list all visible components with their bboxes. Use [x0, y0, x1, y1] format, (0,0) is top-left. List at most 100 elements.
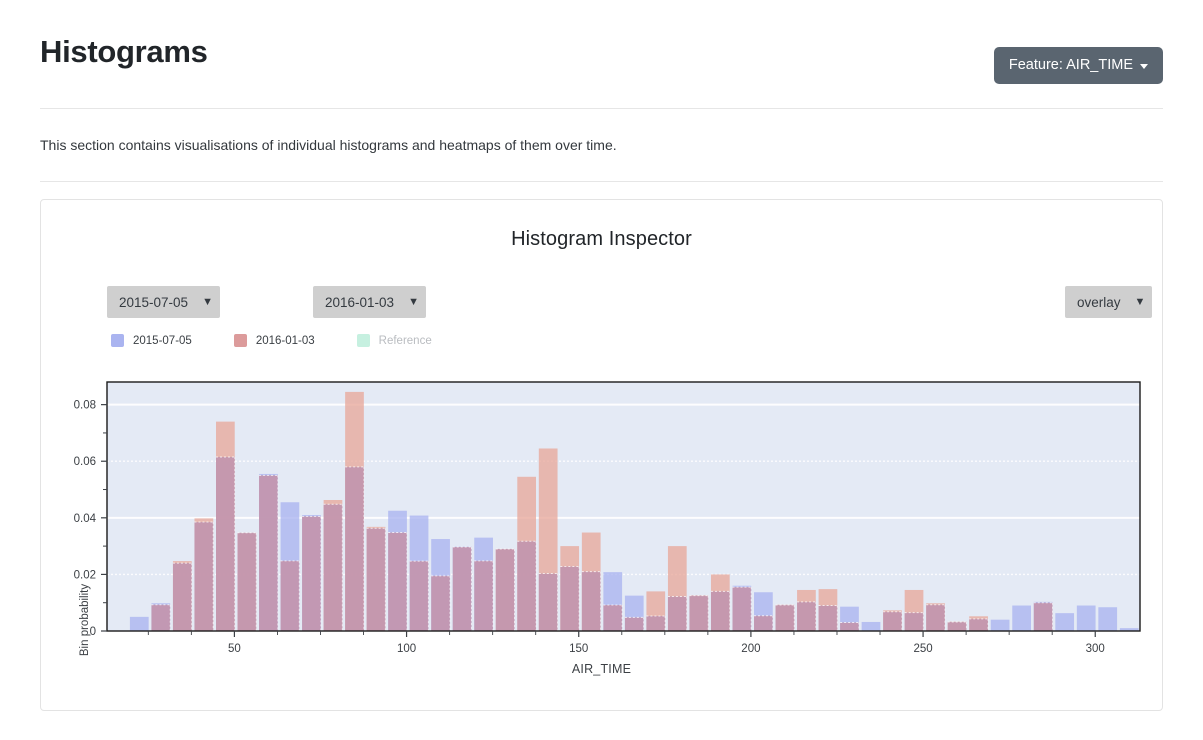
- histogram-bar-overlap: [474, 561, 493, 632]
- plot-frame: [106, 381, 1141, 632]
- histogram-bar-overlap: [797, 602, 816, 632]
- legend-label: 2016-01-03: [255, 334, 315, 347]
- histogram-bar: [754, 592, 773, 632]
- histogram-bar: [323, 500, 343, 632]
- controls-row: 2015-07-05 ▼ 2016-01-03 ▼ overlay ▼: [41, 286, 1162, 320]
- histogram-bar: [1119, 628, 1139, 632]
- histogram-bar: [1098, 607, 1118, 632]
- histogram-bar: [474, 537, 493, 632]
- feature-selector-label: Feature: AIR_TIME: [1008, 57, 1133, 73]
- chart-legend: 2015-07-05 2016-01-03 Reference: [111, 334, 474, 348]
- x-tick-label: 200: [741, 643, 760, 655]
- histogram-bar: [431, 539, 450, 632]
- histogram-bar-overlap: [366, 528, 386, 632]
- histogram-bar-overlap: [280, 561, 300, 632]
- section-description: This section contains visualisations of …: [40, 137, 617, 153]
- histogram-bar: [216, 421, 235, 632]
- x-tick-label: 50: [228, 643, 241, 655]
- section-divider: [40, 181, 1163, 183]
- histogram-bar-overlap: [409, 561, 429, 632]
- histogram-bar: [818, 589, 838, 632]
- histogram-bar: [538, 448, 558, 632]
- histogram-bar: [840, 606, 859, 632]
- histogram-bar-overlap: [495, 549, 515, 632]
- header-divider: [40, 108, 1163, 109]
- x-tick-label: 150: [569, 643, 588, 655]
- y-tick-label: 0.08: [74, 400, 96, 412]
- histogram-bar: [409, 515, 429, 632]
- histogram-bar-overlap: [560, 566, 580, 632]
- histogram-bar-overlap: [969, 619, 988, 632]
- legend-label: 2015-07-05: [133, 334, 192, 347]
- y-tick-label: 0: [90, 626, 96, 638]
- page-header: Histograms Feature: AIR_TIME: [40, 0, 1163, 84]
- histogram-bar-overlap: [172, 563, 192, 632]
- histogram-bar-overlap: [904, 612, 924, 632]
- histogram-bar: [495, 549, 515, 632]
- histogram-inspector-card: Histogram Inspector 2015-07-05 ▼ 2016-01…: [40, 199, 1163, 712]
- legend-item[interactable]: 2016-01-03: [233, 334, 315, 348]
- histogram-bar-overlap: [840, 622, 859, 632]
- triangle-down-icon: ▼: [408, 295, 419, 308]
- legend-label: Reference: [378, 334, 432, 347]
- histogram-bar: [1076, 605, 1096, 632]
- page-root: Histograms Feature: AIR_TIME This sectio…: [0, 0, 1203, 740]
- histogram-bar: [904, 590, 924, 632]
- legend-swatch: [233, 334, 247, 348]
- histogram-bar: [797, 590, 816, 632]
- histogram-bar: [1055, 613, 1075, 632]
- histogram-bar-overlap: [624, 617, 644, 632]
- histogram-bar-overlap: [1033, 602, 1053, 632]
- histogram-bar: [667, 546, 687, 632]
- histogram-bar-overlap: [194, 522, 214, 632]
- histogram-bar: [1012, 605, 1031, 632]
- histogram-bar-overlap: [302, 516, 321, 632]
- histogram-bar: [388, 511, 407, 632]
- histogram-bar: [947, 621, 967, 632]
- x-tick-label: 100: [397, 643, 416, 655]
- histogram-svg: 0 0.02 0.04 0.06 0.08 50 100 150 200 250 300: [74, 381, 1141, 655]
- histogram-bar-overlap: [517, 541, 537, 632]
- histogram-bar: [775, 604, 795, 632]
- histogram-bar: [1033, 602, 1053, 632]
- x-tick-label: 250: [913, 643, 932, 655]
- histogram-bar: [624, 595, 644, 632]
- histogram-bar-overlap: [775, 605, 795, 632]
- page-title: Histograms: [40, 34, 208, 69]
- histogram-bar-overlap: [323, 504, 343, 632]
- plot-area: Bin probability AIR_TIME 0 0.02 0.04 0.06 0.…: [41, 200, 1162, 710]
- histogram-bar-overlap: [754, 616, 773, 632]
- display-mode-select[interactable]: overlay ▼: [1065, 286, 1152, 319]
- histogram-bar: [710, 574, 730, 632]
- histogram-bar-overlap: [431, 576, 450, 632]
- date-select-a-value: 2015-07-05: [119, 294, 189, 310]
- y-tick-label: 0.04: [74, 513, 97, 525]
- legend-item[interactable]: Reference: [356, 334, 432, 348]
- date-select-a[interactable]: 2015-07-05 ▼: [107, 286, 220, 319]
- histogram-bar-overlap: [452, 547, 472, 632]
- histogram-bar-overlap: [538, 573, 558, 632]
- histogram-bar-overlap: [259, 475, 278, 632]
- histogram-bar: [990, 619, 1010, 632]
- x-tick-label: 300: [1086, 643, 1105, 655]
- histogram-bar-overlap: [216, 457, 235, 632]
- histogram-bar-overlap: [237, 533, 257, 632]
- legend-swatch: [111, 334, 124, 348]
- histogram-bar: [452, 546, 472, 632]
- histogram-bar: [560, 546, 580, 632]
- histogram-bar-overlap: [926, 604, 945, 632]
- y-tick-label: 0.02: [74, 570, 96, 582]
- histogram-bar: [194, 518, 214, 632]
- histogram-bar-overlap: [818, 605, 838, 632]
- histogram-bar: [259, 474, 278, 632]
- histogram-bar: [345, 392, 364, 632]
- histogram-bar: [280, 502, 300, 632]
- legend-item[interactable]: 2015-07-05: [111, 334, 192, 348]
- date-select-b-value: 2016-01-03: [325, 294, 395, 310]
- histogram-bar-overlap: [732, 587, 752, 632]
- date-select-b[interactable]: 2016-01-03 ▼: [313, 286, 426, 319]
- triangle-down-icon: ▼: [202, 295, 213, 308]
- histogram-bar: [151, 603, 171, 632]
- feature-selector-button[interactable]: Feature: AIR_TIME: [993, 47, 1163, 84]
- histogram-bar-overlap: [689, 595, 709, 632]
